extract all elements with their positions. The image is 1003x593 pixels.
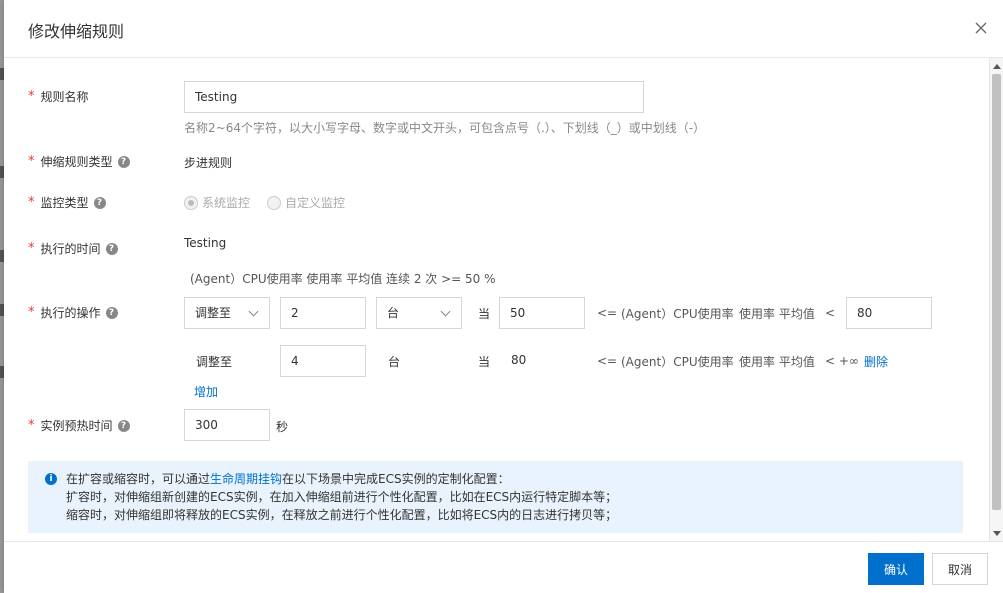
scroll-down-icon[interactable] xyxy=(993,531,1001,536)
help-icon[interactable]: ? xyxy=(105,242,118,255)
dialog-body: * 规则名称 名称2~64个字符，以大小写字母、数字或中文开头，可包含点号（.）… xyxy=(4,58,1003,541)
close-icon[interactable] xyxy=(973,20,989,36)
cancel-button[interactable]: 取消 xyxy=(932,553,988,585)
rule-name-input[interactable] xyxy=(184,81,644,113)
lifecycle-notice: i 在扩容或缩容时，可以通过生命周期挂钩在以下场景中完成ECS实例的定制化配置：… xyxy=(28,461,963,533)
chevron-down-icon xyxy=(248,306,259,317)
radio-circle xyxy=(267,195,281,210)
exec-action-label: * 执行的操作 ? xyxy=(28,304,118,321)
add-link[interactable]: 增加 xyxy=(194,383,218,400)
notice-line-2: 扩容时，对伸缩组新创建的ECS实例，在加入伸缩组前进行个性化配置，比如在ECS内… xyxy=(66,490,618,504)
le-operator: <= xyxy=(597,354,618,368)
rule-name-label: * 规则名称 xyxy=(28,88,89,105)
radio-system-monitor[interactable]: 系统监控 xyxy=(184,194,250,211)
lt-operator: < xyxy=(825,306,836,320)
required-mark: * xyxy=(28,305,35,320)
rule-name-label-text: 规则名称 xyxy=(40,90,89,104)
lower-bound-text: 80 xyxy=(511,353,527,367)
unit-text: 台 xyxy=(388,355,401,369)
required-mark: * xyxy=(28,418,35,433)
info-icon: i xyxy=(45,473,57,485)
notice-text: 在以下场景中完成ECS实例的定制化配置： xyxy=(282,472,510,486)
delete-link[interactable]: 删除 xyxy=(864,353,888,370)
rule-name-hint: 名称2~64个字符，以大小写字母、数字或中文开头，可包含点号（.）、下划线（_）… xyxy=(184,121,706,135)
chevron-down-icon xyxy=(440,306,451,317)
lifecycle-hook-link[interactable]: 生命周期挂钩 xyxy=(210,472,282,486)
required-mark: * xyxy=(28,154,35,169)
when-text: 当 xyxy=(478,307,491,321)
lower-bound-input[interactable] xyxy=(499,297,585,329)
monitor-type-label-text: 监控类型 xyxy=(40,196,89,210)
metric-text: (Agent）CPU使用率 xyxy=(621,307,734,321)
dialog-footer: 确认 取消 xyxy=(4,541,1003,593)
dialog-header: 修改伸缩规则 xyxy=(4,0,1003,58)
rule-type-value: 步进规则 xyxy=(184,156,233,170)
scroll-up-icon[interactable] xyxy=(993,64,1001,69)
notice-text: 在扩容或缩容时，可以通过 xyxy=(66,472,211,486)
le-operator: <= xyxy=(597,306,618,320)
required-mark: * xyxy=(28,241,35,256)
lt-infinity-text: < +∞ xyxy=(825,354,859,368)
metric-text: (Agent）CPU使用率 xyxy=(621,355,734,369)
help-icon[interactable]: ? xyxy=(117,155,130,168)
unit-select[interactable]: 台 xyxy=(376,297,462,329)
help-icon[interactable]: ? xyxy=(117,419,130,432)
required-mark: * xyxy=(28,195,35,210)
confirm-button[interactable]: 确认 xyxy=(868,553,924,585)
adjust-select-value: 调整至 xyxy=(195,306,232,320)
monitor-type-label: * 监控类型 ? xyxy=(28,194,106,211)
exec-time-label-text: 执行的时间 xyxy=(40,242,101,256)
exec-time-label: * 执行的时间 ? xyxy=(28,240,118,257)
rule-type-label-text: 伸缩规则类型 xyxy=(40,155,113,169)
warmup-input[interactable] xyxy=(184,409,270,441)
edit-scaling-rule-dialog: 修改伸缩规则 * 规则名称 名称2~64个字符，以大小写字母、数字或中文开头，可… xyxy=(4,0,1003,593)
upper-bound-input[interactable] xyxy=(846,297,932,329)
help-icon[interactable]: ? xyxy=(93,196,106,209)
exec-time-condition: (Agent）CPU使用率 使用率 平均值 连续 2 次 >= 50 % xyxy=(190,272,496,286)
radio-custom-monitor[interactable]: 自定义监控 xyxy=(267,194,345,211)
exec-action-label-text: 执行的操作 xyxy=(40,306,101,320)
count-input-2[interactable] xyxy=(280,345,366,377)
warmup-label: * 实例预热时间 ? xyxy=(28,417,130,434)
required-mark: * xyxy=(28,89,35,104)
exec-time-value: Testing xyxy=(184,236,227,250)
radio-label: 自定义监控 xyxy=(285,196,346,210)
warmup-label-text: 实例预热时间 xyxy=(40,419,113,433)
help-icon[interactable]: ? xyxy=(105,306,118,319)
when-text: 当 xyxy=(478,355,491,369)
warmup-unit: 秒 xyxy=(276,420,289,434)
adjust-select[interactable]: 调整至 xyxy=(184,297,270,329)
dialog-title: 修改伸缩规则 xyxy=(28,22,125,41)
stat-text: 使用率 平均值 xyxy=(739,307,815,321)
notice-line-3: 缩容时，对伸缩组即将释放的ECS实例，在释放之前进行个性化配置，比如将ECS内的… xyxy=(66,508,618,522)
rule-type-label: * 伸缩规则类型 ? xyxy=(28,153,130,170)
radio-circle xyxy=(184,195,198,210)
count-input[interactable] xyxy=(280,297,366,329)
vertical-scrollbar[interactable] xyxy=(989,58,1003,542)
unit-select-value: 台 xyxy=(387,306,400,320)
scrollbar-thumb[interactable] xyxy=(992,74,1001,510)
stat-text: 使用率 平均值 xyxy=(739,355,815,369)
adjust-text: 调整至 xyxy=(196,355,233,369)
radio-label: 系统监控 xyxy=(202,196,251,210)
notice-line-1: 在扩容或缩容时，可以通过生命周期挂钩在以下场景中完成ECS实例的定制化配置： xyxy=(66,470,963,488)
